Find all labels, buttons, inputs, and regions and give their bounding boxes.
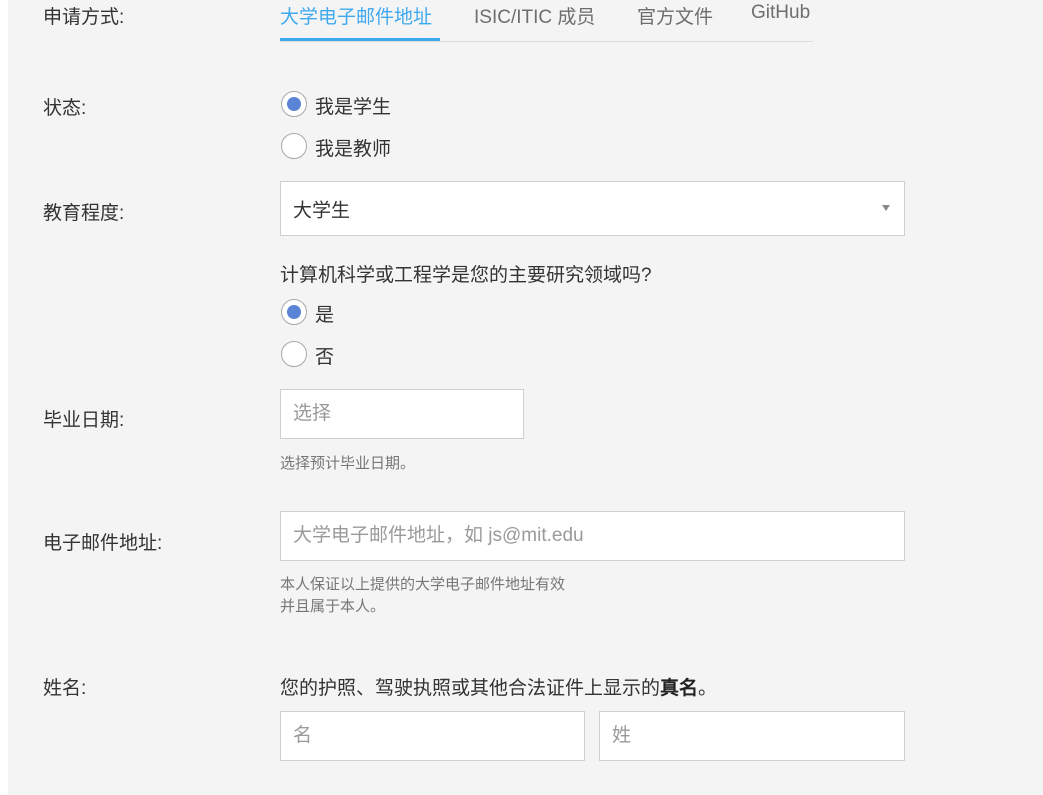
radio-circle <box>281 91 307 117</box>
cs-question: 计算机科学或工程学是您的主要研究领域吗? <box>280 265 652 286</box>
tab-github[interactable]: GitHub <box>751 2 810 24</box>
graduation-label: 毕业日期: <box>43 410 125 431</box>
tab-isic-itic[interactable]: ISIC/ITIC 成员 <box>474 2 595 29</box>
name-description-prefix: 您的护照、驾驶执照或其他合法证件上显示的 <box>280 678 661 699</box>
graduation-date-input[interactable] <box>281 390 523 438</box>
radio-circle <box>281 299 307 325</box>
name-label: 姓名: <box>43 678 87 699</box>
radio-circle <box>281 133 307 159</box>
radio-circle <box>281 341 307 367</box>
education-select[interactable]: 大学生 <box>280 181 905 236</box>
radio-selected-dot <box>287 97 301 111</box>
radio-cs-no-label: 否 <box>315 347 335 368</box>
method-label: 申请方式: <box>43 7 125 28</box>
tab-official-document[interactable]: 官方文件 <box>637 2 713 29</box>
radio-teacher-label: 我是教师 <box>315 139 392 160</box>
last-name-input[interactable] <box>600 712 904 760</box>
education-label: 教育程度: <box>43 203 125 224</box>
email-help-line2: 并且属于本人。 <box>280 598 386 615</box>
radio-selected-dot <box>287 305 301 319</box>
graduation-date-field[interactable] <box>280 389 524 439</box>
radio-cs-yes-label: 是 <box>315 305 335 326</box>
graduation-help: 选择预计毕业日期。 <box>280 455 416 472</box>
email-label: 电子邮件地址: <box>43 533 163 554</box>
radio-student-label: 我是学生 <box>315 97 392 118</box>
last-name-field[interactable] <box>599 711 905 761</box>
email-input[interactable] <box>281 512 904 560</box>
email-field[interactable] <box>280 511 905 561</box>
first-name-field[interactable] <box>280 711 585 761</box>
email-help-line1: 本人保证以上提供的大学电子邮件地址有效 <box>280 576 566 593</box>
tab-university-email[interactable]: 大学电子邮件地址 <box>280 2 432 29</box>
method-tabs: 大学电子邮件地址 ISIC/ITIC 成员 官方文件 GitHub <box>280 0 813 42</box>
name-description-suffix: 。 <box>698 678 718 699</box>
status-label: 状态: <box>43 98 87 119</box>
first-name-input[interactable] <box>281 712 584 760</box>
chevron-down-icon <box>882 205 890 211</box>
active-tab-indicator <box>280 38 440 41</box>
name-description: 您的护照、驾驶执照或其他合法证件上显示的真名。 <box>280 673 717 700</box>
name-description-bold: 真名 <box>660 678 699 699</box>
education-selected-value: 大学生 <box>293 200 351 221</box>
